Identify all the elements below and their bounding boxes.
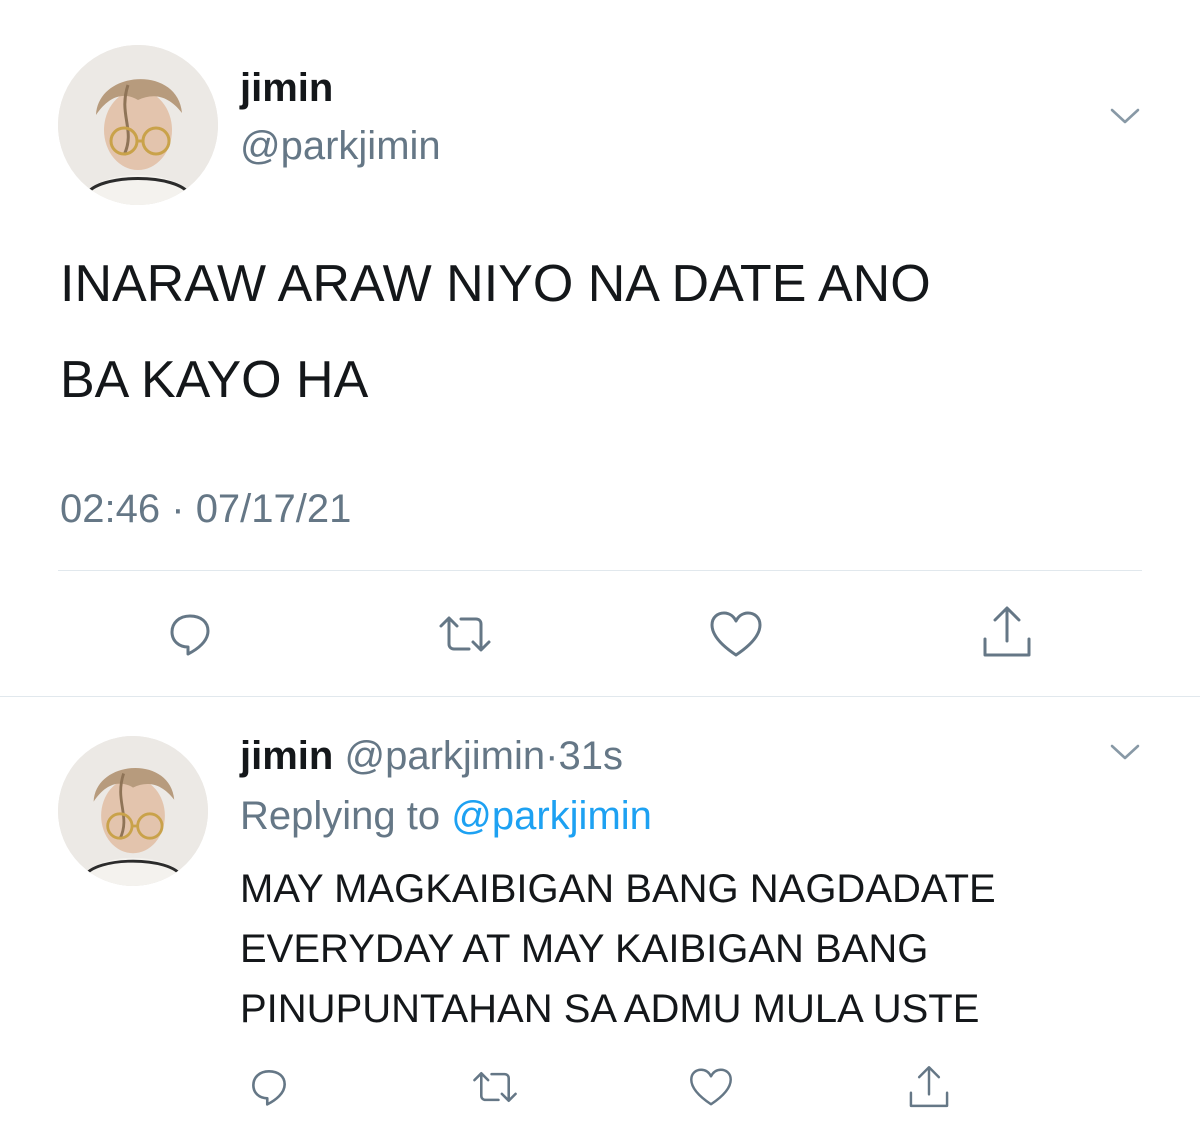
reply-text-line-2: EVERYDAY AT MAY KAIBIGAN BANG <box>240 927 929 971</box>
main-author-name[interactable]: jimin <box>240 66 333 110</box>
avatar-photo <box>58 45 218 205</box>
replying-to-handle-link[interactable]: @parkjimin <box>451 794 652 838</box>
reply-replying-to: Replying to @parkjimin <box>240 794 652 838</box>
main-reply-button[interactable] <box>160 604 220 664</box>
reply-like-button[interactable] <box>684 1062 738 1112</box>
reply-retweet-button[interactable] <box>466 1062 524 1112</box>
reply-text-line-1: MAY MAGKAIBIGAN BANG NAGDADATE <box>240 867 996 911</box>
reply-avatar[interactable] <box>58 736 208 886</box>
chevron-down-icon <box>1110 108 1140 124</box>
reply-text-line-3: PINUPUNTAHAN SA ADMU MULA USTE <box>240 987 980 1031</box>
reply-author-name[interactable]: jimin <box>240 734 333 778</box>
main-author-handle[interactable]: @parkjimin <box>240 124 441 168</box>
heart-icon <box>710 611 762 657</box>
avatar-photo <box>58 736 208 886</box>
main-tweet-text-line-2: BA KAYO HA <box>60 351 369 409</box>
main-retweet-button[interactable] <box>432 604 498 664</box>
main-tweet-timestamp: 02:46 · 07/17/21 <box>60 487 351 531</box>
chevron-down-icon <box>1110 744 1140 760</box>
main-more-button[interactable] <box>1108 104 1142 128</box>
main-share-button[interactable] <box>976 600 1038 664</box>
heart-icon <box>690 1068 732 1106</box>
main-avatar[interactable] <box>58 45 218 205</box>
reply-age[interactable]: 31s <box>558 734 623 778</box>
main-tweet-separator: · <box>171 487 185 531</box>
main-like-button[interactable] <box>704 604 768 664</box>
reply-author-handle[interactable]: @parkjimin <box>344 734 545 778</box>
share-icon <box>909 1066 949 1108</box>
section-divider <box>0 696 1200 697</box>
reply-reply-button[interactable] <box>244 1062 294 1112</box>
retweet-icon <box>473 1072 517 1102</box>
reply-more-button[interactable] <box>1108 740 1142 764</box>
reply-share-button[interactable] <box>902 1060 956 1114</box>
reply-bubble-icon <box>252 1070 286 1106</box>
main-tweet-text-line-1: INARAW ARAW NIYO NA DATE ANO <box>60 255 931 313</box>
main-tweet-time: 02:46 <box>60 487 161 531</box>
reply-separator: · <box>545 734 559 778</box>
share-icon <box>983 606 1031 657</box>
replying-to-label: Replying to <box>240 794 441 838</box>
retweet-icon <box>439 616 491 652</box>
main-tweet-date: 07/17/21 <box>195 487 352 531</box>
reply-header: jimin @parkjimin·31s <box>240 734 623 778</box>
reply-bubble-icon <box>170 614 210 656</box>
main-tweet-divider <box>58 570 1142 571</box>
